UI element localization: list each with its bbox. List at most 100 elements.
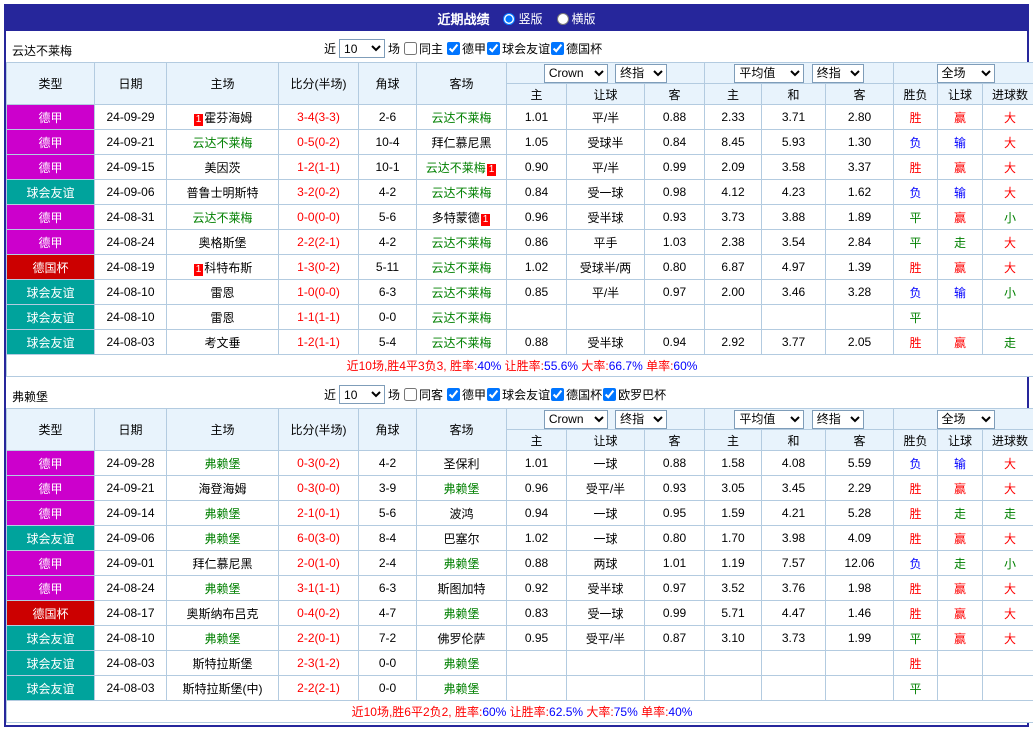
league-filter[interactable]: 德国杯	[550, 386, 602, 403]
odds-away-cell: 0.97	[645, 576, 705, 601]
avg-home-cell: 4.12	[705, 180, 762, 205]
date-cell: 24-08-19	[95, 255, 167, 280]
league-filter[interactable]: 球会友谊	[486, 386, 550, 403]
summary-segment: 75%	[614, 705, 638, 719]
date-cell: 24-08-03	[95, 651, 167, 676]
odds-away-cell: 0.98	[645, 180, 705, 205]
odds-home-cell: 0.95	[507, 626, 567, 651]
odds-time-select[interactable]: 终指	[615, 64, 667, 83]
result-cell: 负	[894, 280, 938, 305]
score-cell: 6-0(3-0)	[279, 526, 359, 551]
avg-time-select[interactable]: 终指	[812, 64, 864, 83]
summary-segment: 60%	[482, 705, 506, 719]
odds-away-cell	[645, 676, 705, 701]
league-filter[interactable]: 德国杯	[550, 40, 602, 57]
corner-cell: 2-4	[359, 551, 417, 576]
team-name: 奥格斯堡	[198, 236, 246, 250]
match-row: 德甲24-09-291霍芬海姆3-4(3-3)2-6云达不莱梅1.01平/半0.…	[7, 105, 1033, 130]
odds-home-cell: 0.90	[507, 155, 567, 180]
handicap-line-cell: 受球半	[567, 130, 645, 155]
same-venue-checkbox[interactable]	[404, 388, 417, 401]
away-team-cell: 云达不莱梅	[417, 330, 507, 355]
home-team-cell: 弗赖堡	[167, 576, 279, 601]
handicap-result-cell: 赢	[938, 205, 983, 230]
same-venue-filter[interactable]: 同主	[403, 40, 443, 57]
result-cell: 负	[894, 130, 938, 155]
team-name: 弗赖堡	[204, 582, 240, 596]
corner-cell: 5-6	[359, 205, 417, 230]
avg-away-cell: 1.89	[826, 205, 894, 230]
handicap-result-cell: 输	[938, 280, 983, 305]
team-name: 拜仁慕尼黑	[431, 136, 491, 150]
period-select[interactable]: 全场	[937, 410, 995, 429]
home-team-cell: 弗赖堡	[167, 501, 279, 526]
avg-draw-cell: 3.45	[762, 476, 826, 501]
bookmaker-select[interactable]: Crown	[544, 64, 608, 83]
avg-away-cell: 3.28	[826, 280, 894, 305]
league-checkbox[interactable]	[603, 388, 616, 401]
same-venue-filter[interactable]: 同客	[403, 386, 443, 403]
layout-radio-vertical[interactable]: 竖版	[503, 10, 542, 27]
home-team-cell: 云达不莱梅	[167, 130, 279, 155]
odds-home-cell: 0.84	[507, 180, 567, 205]
handicap-line-cell: 平/半	[567, 105, 645, 130]
result-cell: 胜	[894, 651, 938, 676]
league-type-cell: 球会友谊	[7, 180, 95, 205]
avg-time-select[interactable]: 终指	[812, 410, 864, 429]
match-row: 德甲24-09-28弗赖堡0-3(0-2)4-2圣保利1.01一球0.881.5…	[7, 451, 1033, 476]
odds-away-cell: 0.94	[645, 330, 705, 355]
team-name: 云达不莱梅	[192, 136, 252, 150]
team-name: 弗赖堡	[443, 557, 479, 571]
odds-home-cell: 1.01	[507, 105, 567, 130]
team-name: 波鸿	[449, 507, 473, 521]
league-type-cell: 德甲	[7, 155, 95, 180]
team-name: 雷恩	[210, 311, 234, 325]
layout-radio-horizontal[interactable]: 横版	[557, 10, 596, 27]
handicap-result-cell: 赢	[938, 576, 983, 601]
period-select[interactable]: 全场	[937, 64, 995, 83]
games-label: 场	[388, 386, 400, 403]
bookmaker-select[interactable]: Crown	[544, 410, 608, 429]
odds-time-select[interactable]: 终指	[615, 410, 667, 429]
league-checkbox[interactable]	[487, 388, 500, 401]
horizontal-layout-label: 横版	[572, 10, 596, 27]
league-checkbox[interactable]	[447, 42, 460, 55]
team-name: 云达不莱梅	[431, 186, 491, 200]
league-checkbox[interactable]	[551, 42, 564, 55]
avg-source-select[interactable]: 平均值	[734, 64, 804, 83]
league-checkbox[interactable]	[487, 42, 500, 55]
corner-cell: 4-2	[359, 180, 417, 205]
match-count-select[interactable]: 10	[339, 39, 385, 58]
same-venue-checkbox[interactable]	[404, 42, 417, 55]
team-name: 斯特拉斯堡(中)	[183, 682, 263, 696]
odds-away-cell: 0.87	[645, 626, 705, 651]
league-filter[interactable]: 欧罗巴杯	[602, 386, 666, 403]
goals-result-cell: 大	[983, 180, 1033, 205]
avg-home-cell: 1.58	[705, 451, 762, 476]
league-filter[interactable]: 德甲	[446, 40, 486, 57]
score-cell: 3-4(3-3)	[279, 105, 359, 130]
match-count-select[interactable]: 10	[339, 385, 385, 404]
result-cell: 平	[894, 626, 938, 651]
avg-source-select[interactable]: 平均值	[734, 410, 804, 429]
league-checkbox[interactable]	[447, 388, 460, 401]
corner-cell: 5-6	[359, 501, 417, 526]
league-checkbox[interactable]	[551, 388, 564, 401]
goals-result-cell: 小	[983, 280, 1033, 305]
odds-home-cell: 0.96	[507, 476, 567, 501]
vertical-layout-radio[interactable]	[503, 13, 515, 25]
result-cell: 胜	[894, 105, 938, 130]
col-corner: 角球	[359, 63, 417, 105]
goals-result-cell: 大	[983, 230, 1033, 255]
league-type-cell: 德甲	[7, 476, 95, 501]
goals-result-cell: 大	[983, 626, 1033, 651]
corner-cell: 0-0	[359, 651, 417, 676]
avg-home-cell: 2.38	[705, 230, 762, 255]
avg-home-cell: 2.33	[705, 105, 762, 130]
league-filter[interactable]: 德甲	[446, 386, 486, 403]
avg-draw-cell: 4.23	[762, 180, 826, 205]
match-row: 德甲24-09-21海登海姆0-3(0-0)3-9弗赖堡0.96受平/半0.93…	[7, 476, 1033, 501]
league-filter[interactable]: 球会友谊	[486, 40, 550, 57]
horizontal-layout-radio[interactable]	[557, 13, 569, 25]
summary-segment: 66.7%	[609, 359, 643, 373]
